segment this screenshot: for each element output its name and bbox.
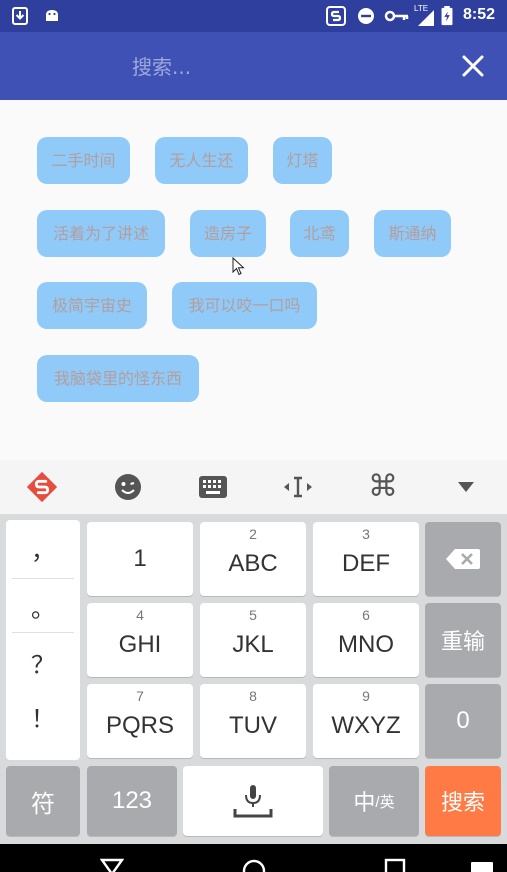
punctuation-key[interactable]: ！ (6, 690, 80, 742)
key-6[interactable]: 6 MNO (313, 603, 419, 677)
command-icon[interactable]: ⌘ (366, 470, 400, 504)
key-label: 符 (31, 790, 55, 818)
tag-chip[interactable]: 北鸢 (290, 210, 349, 257)
download-icon (12, 7, 28, 25)
key-sublabel: /英 (375, 793, 395, 811)
key-label: TUV (229, 712, 277, 739)
do-not-disturb-icon (358, 8, 374, 24)
search-app-bar (0, 32, 507, 100)
key-2[interactable]: 2 ABC (200, 522, 306, 596)
mouse-cursor-icon (232, 257, 245, 276)
divider (12, 578, 74, 579)
symbols-key[interactable]: 符 (6, 766, 80, 836)
key-label: GHI (118, 631, 162, 658)
key-7[interactable]: 7 PQRS (87, 684, 193, 758)
key-4[interactable]: 4 GHI (87, 603, 193, 677)
key-label: 重输 (440, 629, 485, 654)
key-label: 1 (133, 545, 147, 572)
key-digit: 4 (136, 607, 144, 623)
key-digit: 5 (249, 607, 257, 623)
recents-icon[interactable] (384, 858, 406, 872)
key-8[interactable]: 8 TUV (200, 684, 306, 758)
key-digit: 6 (362, 607, 370, 623)
key-digit: 8 (249, 688, 257, 704)
home-icon[interactable] (241, 858, 267, 872)
key-digit: 7 (136, 688, 144, 704)
keyboard-layout-icon[interactable] (196, 470, 230, 504)
key-digit: 3 (362, 526, 370, 542)
status-bar: LTE 8:52 (0, 0, 507, 32)
key-3[interactable]: 3 DEF (313, 522, 419, 596)
tag-chip[interactable]: 斯通纳 (374, 210, 451, 257)
tag-chip[interactable]: 造房子 (190, 210, 266, 257)
tag-chip[interactable]: 极简宇宙史 (37, 282, 147, 329)
vpn-key-icon (384, 10, 409, 22)
key-label: 中 (353, 790, 376, 815)
punctuation-column: ， 。 ？ ！ (6, 520, 80, 760)
space-voice-key[interactable] (183, 766, 323, 836)
key-label: 搜索 (440, 790, 485, 815)
key-label: 0 (456, 707, 470, 734)
punctuation-key[interactable]: 。 (6, 580, 80, 632)
key-label: MNO (338, 631, 394, 658)
key-digit: 2 (249, 526, 257, 542)
backspace-key[interactable] (425, 522, 501, 596)
navigation-bar (0, 844, 507, 872)
microphone-icon (233, 785, 273, 818)
tag-chip[interactable]: 我脑袋里的怪东西 (37, 355, 199, 402)
sogou-status-icon (326, 6, 346, 26)
book-tag-list: 二手时间 无人生还 灯塔 活着为了讲述 造房子 北鸢 斯通纳 极简宇宙史 我可以… (0, 100, 507, 460)
search-key[interactable]: 搜索 (425, 766, 501, 836)
battery-icon (441, 6, 453, 26)
tag-chip[interactable]: 灯塔 (273, 137, 332, 184)
language-switch-key[interactable]: 中/英 (329, 766, 419, 836)
tag-chip[interactable]: 二手时间 (37, 137, 130, 184)
numbers-key[interactable]: 123 (87, 766, 177, 836)
keyboard-toolbar: ⌘ (0, 460, 507, 514)
back-icon[interactable] (100, 858, 124, 872)
sogou-logo-icon[interactable] (25, 470, 59, 504)
lte-signal-icon: LTE (414, 4, 436, 28)
tag-chip[interactable]: 活着为了讲述 (37, 210, 165, 257)
nine-key-keyboard: ， 。 ？ ！ 1 2 ABC 3 DEF 4 GHI 5 JKL 6 MNO (0, 514, 507, 844)
key-0[interactable]: 0 (425, 684, 501, 758)
key-label: WXYZ (331, 712, 401, 739)
key-label: JKL (232, 631, 274, 658)
cursor-edit-icon[interactable] (281, 470, 315, 504)
close-icon[interactable] (459, 52, 487, 80)
clock: 8:52 (462, 6, 495, 23)
android-icon (46, 10, 58, 21)
tag-chip[interactable]: 我可以咬一口吗 (172, 282, 317, 329)
tag-chip[interactable]: 无人生还 (155, 137, 248, 184)
backspace-icon (446, 549, 480, 569)
key-label: 123 (111, 787, 153, 814)
reenter-key[interactable]: 重输 (425, 603, 501, 677)
key-digit: 9 (362, 688, 370, 704)
divider (12, 632, 74, 633)
key-5[interactable]: 5 JKL (200, 603, 306, 677)
emoji-icon[interactable] (111, 470, 145, 504)
key-9[interactable]: 9 WXYZ (313, 684, 419, 758)
punctuation-key[interactable]: ， (6, 522, 80, 574)
keyboard-switch-icon[interactable] (470, 861, 494, 872)
key-1[interactable]: 1 (87, 522, 193, 596)
hide-keyboard-icon[interactable] (449, 470, 483, 504)
punctuation-key[interactable]: ？ (6, 636, 80, 688)
key-label: DEF (342, 550, 390, 577)
key-label: ABC (228, 550, 278, 577)
key-label: PQRS (105, 712, 174, 739)
search-input[interactable] (132, 52, 432, 82)
